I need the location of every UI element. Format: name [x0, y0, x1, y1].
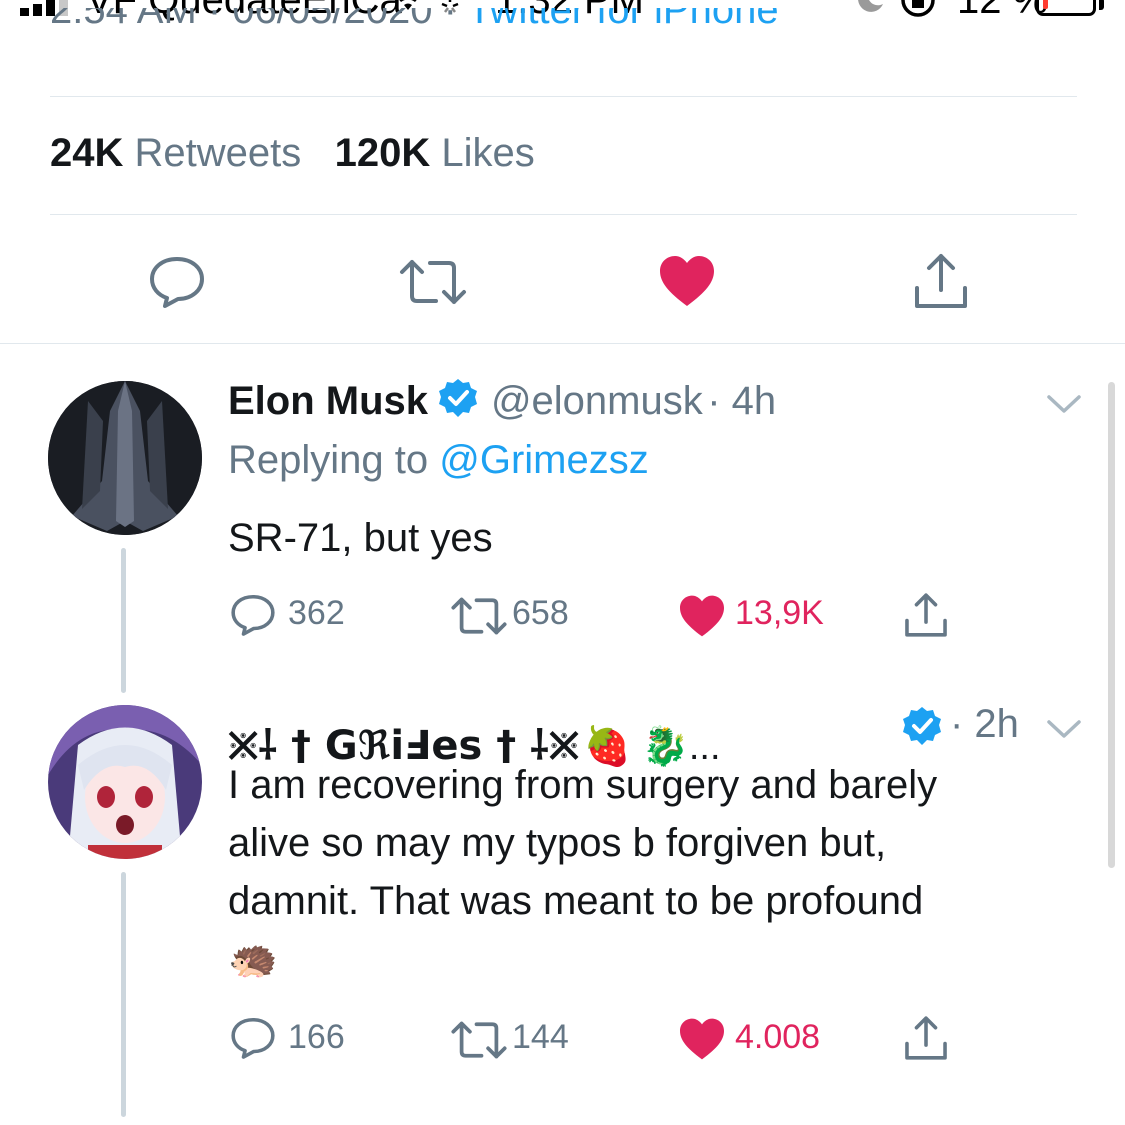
verified-icon — [439, 379, 478, 417]
share-button[interactable] — [903, 1015, 949, 1061]
retweet-count: 144 — [512, 1018, 569, 1056]
retweet-count: 658 — [512, 594, 569, 632]
tweet-time: · 2h — [950, 702, 1019, 746]
like-button[interactable] — [678, 594, 726, 638]
heart-icon — [660, 256, 714, 306]
retweet-button[interactable] — [398, 258, 468, 306]
author-name[interactable]: Elon Musk — [228, 379, 428, 423]
like-button[interactable] — [678, 1017, 726, 1061]
author-handle[interactable]: @elonmusk — [491, 379, 703, 423]
battery-icon — [1036, 0, 1096, 16]
tweet-text-line: damnit. That was meant to be profound — [228, 879, 924, 923]
retweet-button[interactable] — [450, 1020, 508, 1060]
thread-line — [121, 872, 126, 1117]
tweet-source-link[interactable]: Twitter for iPhone — [467, 8, 778, 32]
replying-to-link[interactable]: @Grimezsz — [439, 438, 649, 482]
like-count: 4.008 — [735, 1018, 821, 1056]
reply-icon — [231, 594, 275, 636]
chevron-down-icon — [1047, 395, 1081, 413]
tweet-stats: 24K Retweets 120K Likes — [50, 131, 535, 176]
orientation-lock-icon — [901, 0, 935, 17]
share-icon — [905, 1016, 947, 1060]
thread-line — [121, 548, 126, 693]
heart-icon — [680, 595, 724, 637]
anime-avatar-image — [48, 705, 202, 859]
verified-badge — [902, 706, 942, 746]
retweet-icon — [451, 1021, 507, 1059]
reply-header: Elon Musk @elonmusk · 4h — [228, 378, 776, 424]
tweet-options-button[interactable] — [1046, 718, 1082, 740]
divider — [50, 214, 1077, 215]
likes-count[interactable]: 120K — [335, 131, 431, 175]
reply-button[interactable] — [230, 1016, 276, 1060]
retweet-button[interactable] — [450, 596, 508, 636]
heart-icon — [680, 1018, 724, 1060]
share-button[interactable] — [903, 592, 949, 638]
reply-button[interactable] — [230, 593, 276, 637]
reply-count: 362 — [288, 594, 345, 632]
tweet-text: I am recovering from surgery and barely … — [228, 756, 1088, 988]
avatar[interactable] — [48, 705, 202, 859]
divider — [0, 343, 1125, 344]
do-not-disturb-icon — [858, 0, 883, 12]
verified-icon — [903, 707, 941, 745]
share-icon — [905, 593, 947, 637]
divider — [50, 96, 1077, 97]
like-count: 13,9K — [735, 594, 824, 632]
tweet-text-line: alive so may my typos b forgiven but, — [228, 821, 887, 865]
chevron-down-icon — [1047, 720, 1081, 738]
replying-to-prefix: Replying to — [228, 438, 440, 482]
retweets-count[interactable]: 24K — [50, 131, 123, 175]
tweet-time: · 4h — [707, 379, 777, 423]
retweets-label[interactable]: Retweets — [135, 131, 302, 175]
tweet-timestamp: 2:54 AM · 06/05/2020 · — [50, 8, 468, 32]
reply-icon — [150, 257, 204, 308]
share-icon — [915, 254, 967, 308]
scrollbar[interactable] — [1108, 382, 1115, 868]
battery-percent: 12 % — [957, 0, 1049, 22]
sr71-avatar-image — [48, 381, 202, 535]
reply-count: 166 — [288, 1018, 345, 1056]
retweet-icon — [451, 597, 507, 635]
tweet-text: SR-71, but yes — [228, 516, 493, 560]
likes-label[interactable]: Likes — [441, 131, 534, 175]
tweet-options-button[interactable] — [1046, 393, 1082, 415]
retweet-icon — [400, 260, 466, 304]
share-button[interactable] — [912, 252, 970, 310]
replying-to-line: Replying to @Grimezsz — [228, 438, 649, 483]
tweet-timestamp-line: 2:54 AM · 06/05/2020 · Twitter for iPhon… — [50, 8, 779, 38]
avatar[interactable] — [48, 381, 202, 535]
tweet-text-line: I am recovering from surgery and barely — [228, 763, 938, 807]
reply-icon — [231, 1017, 275, 1059]
hedgehog-emoji: 🦔 — [228, 937, 278, 981]
like-button[interactable] — [658, 254, 716, 308]
reply-button[interactable] — [148, 255, 206, 309]
